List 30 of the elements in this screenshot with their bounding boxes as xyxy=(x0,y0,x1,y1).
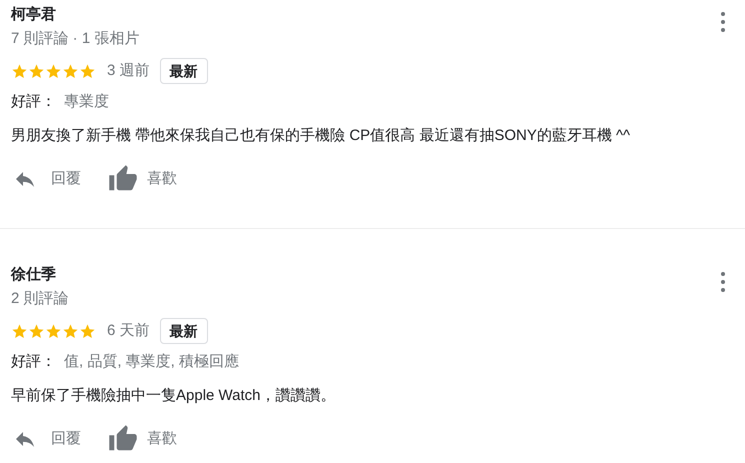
new-badge: 最新 xyxy=(160,318,208,344)
review-text: 早前保了手機險抽中一隻Apple Watch，讚讚讚。 xyxy=(11,386,336,406)
review-time: 6 天前 xyxy=(107,320,150,341)
reply-button[interactable]: 回覆 xyxy=(11,427,81,451)
more-options-icon[interactable] xyxy=(721,272,725,292)
reviewer-name[interactable]: 柯亭君 xyxy=(11,5,56,25)
like-button[interactable]: 喜歡 xyxy=(108,164,177,194)
star-icon xyxy=(62,322,79,340)
praise-tags: 專業度 xyxy=(64,92,109,112)
star-icon xyxy=(79,322,96,340)
star-icon xyxy=(28,62,45,80)
star-icon xyxy=(62,62,79,80)
praise-label: 好評： xyxy=(11,352,56,372)
star-icon xyxy=(28,322,45,340)
praise-label: 好評： xyxy=(11,92,56,112)
star-icon xyxy=(45,322,62,340)
review-time: 3 週前 xyxy=(107,60,150,81)
star-icon xyxy=(45,62,62,80)
review-count: 7 則評論 · 1 張相片 xyxy=(11,29,140,49)
new-badge: 最新 xyxy=(160,58,208,84)
reviewer-name[interactable]: 徐仕季 xyxy=(11,265,56,285)
praise-tags: 值, 品質, 專業度, 積極回應 xyxy=(64,352,240,372)
review-count: 2 則評論 xyxy=(11,289,69,309)
more-options-icon[interactable] xyxy=(721,12,725,32)
review-text: 男朋友換了新手機 帶他來保我自己也有保的手機險 CP值很高 最近還有抽SONY的藍牙耳機 ^^ xyxy=(11,126,630,146)
like-button[interactable]: 喜歡 xyxy=(108,424,177,454)
star-icon xyxy=(11,62,28,80)
reply-button[interactable]: 回覆 xyxy=(11,167,81,191)
star-icon xyxy=(79,62,96,80)
star-icon xyxy=(11,322,28,340)
